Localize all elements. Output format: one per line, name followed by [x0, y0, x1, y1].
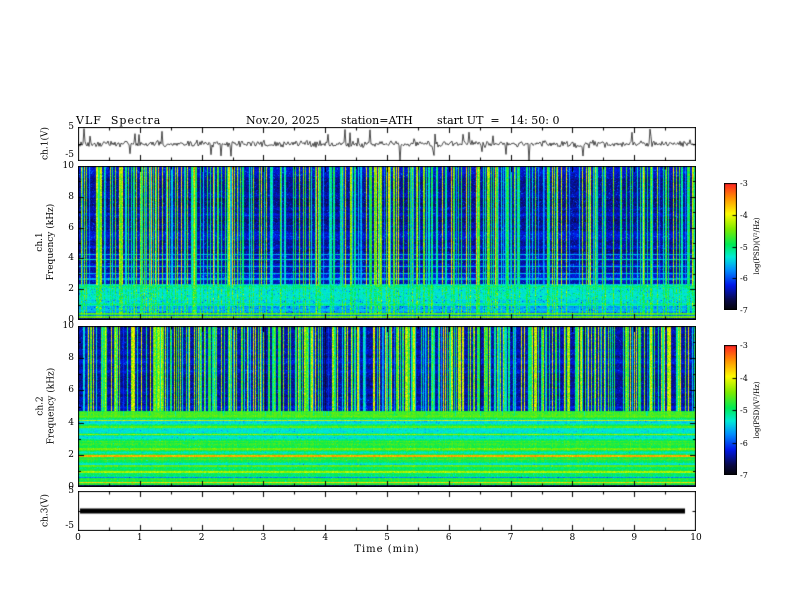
- ch2-spec-ytick-label: 2: [68, 449, 74, 460]
- ch2-spec-ytick-label: 0: [68, 482, 74, 492]
- ch2-spec-ylabel-axis: Frequency (kHz): [46, 367, 57, 445]
- x-tick-label: 5: [384, 533, 390, 543]
- ch1-spectrogram-canvas: [78, 166, 696, 320]
- ch2-spec-ytick-label: 8: [68, 353, 74, 364]
- ch2-spec-ylabel-channel: ch.2: [35, 396, 46, 416]
- ch1-spec-ytick-label: 4: [68, 253, 74, 264]
- ch3-wave-ymin-label: -5: [65, 521, 74, 531]
- ch1-spec-ytick-label: 10: [62, 161, 74, 171]
- x-tick-label: 9: [631, 533, 638, 543]
- x-tick-label: 0: [75, 533, 81, 543]
- page-title: VLF Spectra: [76, 114, 162, 127]
- colorbar-ch1: [724, 183, 737, 310]
- ch1-spec-ylabel: ch.1 Frequency (kHz): [35, 165, 57, 319]
- x-tick-label: 7: [507, 533, 514, 543]
- ch2-spectrogram-canvas: [78, 326, 696, 487]
- colorbar-ch2: [724, 345, 737, 475]
- x-tick-label: 10: [690, 533, 702, 543]
- ch2-spec-ytick-label: 10: [62, 321, 74, 331]
- colorbar2-tick-label: -6: [740, 438, 748, 448]
- colorbar2-tick-label: -5: [740, 406, 748, 415]
- colorbar1-tick-label: -3: [740, 179, 748, 188]
- x-tick-label: 8: [569, 533, 576, 543]
- vlf-spectra-plot: VLF Spectra Nov.20, 2025 station=ATH sta…: [0, 0, 792, 612]
- colorbar1-tick-label: -4: [740, 210, 748, 220]
- ch1-wave-ymax-label: 5: [68, 122, 74, 132]
- colorbar2-tick-label: -7: [740, 471, 748, 480]
- plot-date: Nov.20, 2025: [246, 114, 320, 127]
- colorbar1-tick-label: -7: [740, 306, 748, 315]
- plot-start-ut: start UT = 14: 50: 0: [437, 114, 560, 127]
- x-tick-label: 1: [136, 533, 143, 543]
- ch1-wave-ymin-label: -5: [65, 150, 74, 160]
- x-tick-label: 4: [322, 533, 329, 543]
- ch1-waveform-canvas: [78, 127, 696, 161]
- ch2-spec-ylabel: ch.2 Frequency (kHz): [36, 326, 58, 487]
- ch1-spec-ylabel-channel: ch.1: [35, 232, 45, 252]
- ch1-spec-ylabel-axis: Frequency (kHz): [46, 203, 56, 281]
- ch2-spec-ytick-label: 6: [68, 385, 74, 396]
- colorbar1-tick-label: -5: [740, 242, 748, 252]
- plot-station: station=ATH: [341, 114, 413, 127]
- colorbar2-tick-label: -3: [740, 341, 748, 350]
- colorbar1-tick-label: -6: [740, 274, 748, 284]
- x-axis-title: Time (min): [354, 544, 420, 555]
- ch1-spec-ytick-label: 6: [68, 222, 74, 233]
- colorbar2-tick-label: -4: [740, 373, 748, 383]
- x-tick-label: 6: [445, 533, 452, 543]
- x-tick-label: 3: [260, 533, 267, 543]
- ch1-spec-ytick-label: 8: [68, 191, 74, 202]
- x-tick-label: 2: [198, 533, 205, 543]
- ch1-spec-ytick-label: 2: [68, 284, 74, 295]
- ch2-spec-ytick-label: 4: [68, 417, 74, 428]
- ch3-waveform-canvas: [78, 491, 696, 531]
